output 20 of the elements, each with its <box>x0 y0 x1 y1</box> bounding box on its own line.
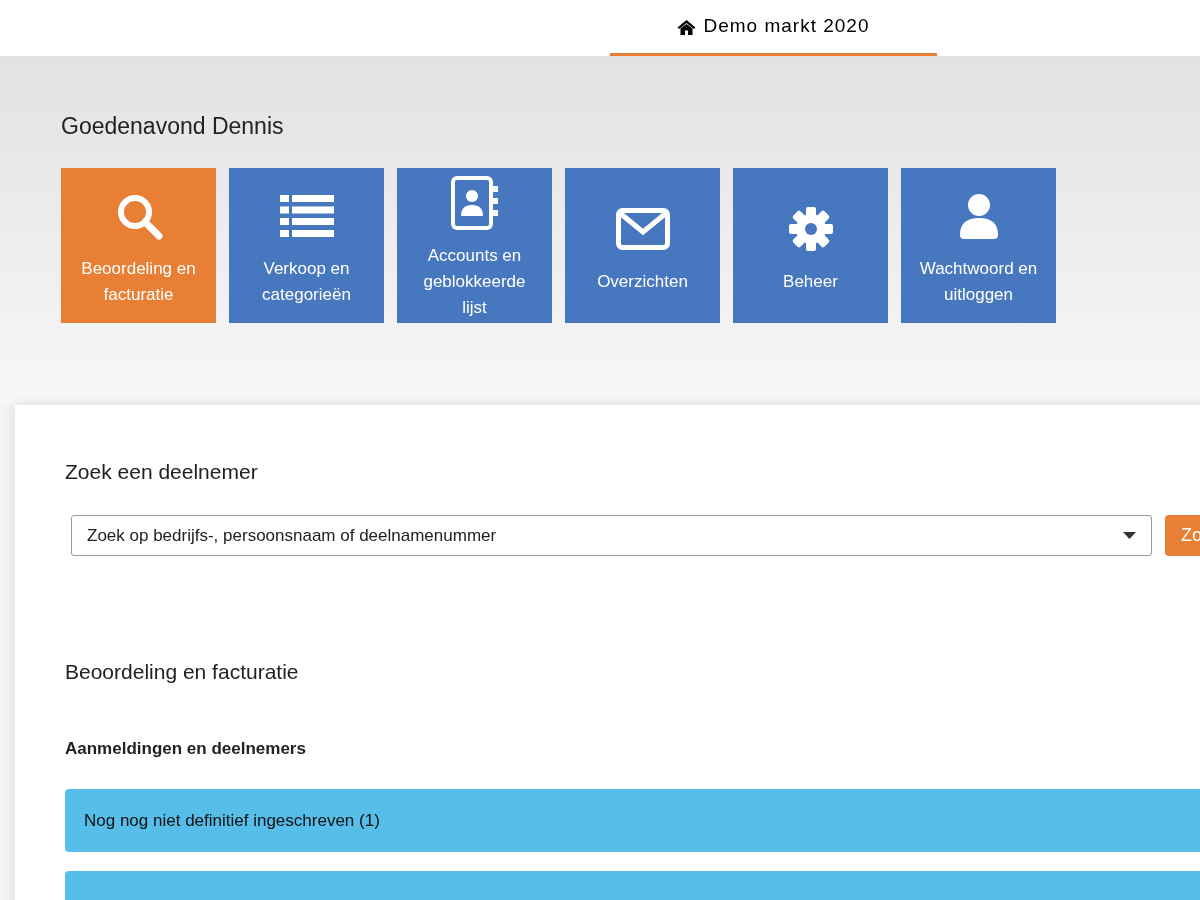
greeting: Goedenavond Dennis <box>61 112 285 141</box>
navigation-tile[interactable]: Overzichten <box>565 168 720 323</box>
subsection-heading: Aanmeldingen en deelnemers <box>65 738 307 760</box>
list-icon <box>279 194 334 237</box>
market-title: Demo markt 2020 <box>703 14 870 39</box>
collapsible-panel[interactable]: Nog nog niet definitief ingeschreven (1) <box>65 789 1200 852</box>
navigation-tile[interactable]: Beheer <box>733 168 888 323</box>
caret-icon <box>1123 532 1136 539</box>
section-heading: Beoordeling en facturatie <box>65 659 300 685</box>
section-heading: Zoek een deelnemer <box>65 459 259 485</box>
user-icon <box>958 192 999 239</box>
address-book-icon <box>449 175 500 230</box>
settings-icon <box>787 205 834 252</box>
navigation-tile[interactable]: Beoordeling en facturatie <box>61 168 216 323</box>
navigation-tile[interactable]: Verkoop en categorieën <box>229 168 384 323</box>
envelope-icon <box>615 207 670 250</box>
participant-select[interactable]: Zoek op bedrijfs-, persoonsnaam of deelnamenummer <box>71 515 1152 556</box>
home-icon <box>677 18 697 35</box>
navigation-tile[interactable]: Wachtwoord en uitloggen <box>901 168 1056 323</box>
navigation-tile[interactable]: Accounts en geblokkeerde lijst <box>397 168 552 323</box>
